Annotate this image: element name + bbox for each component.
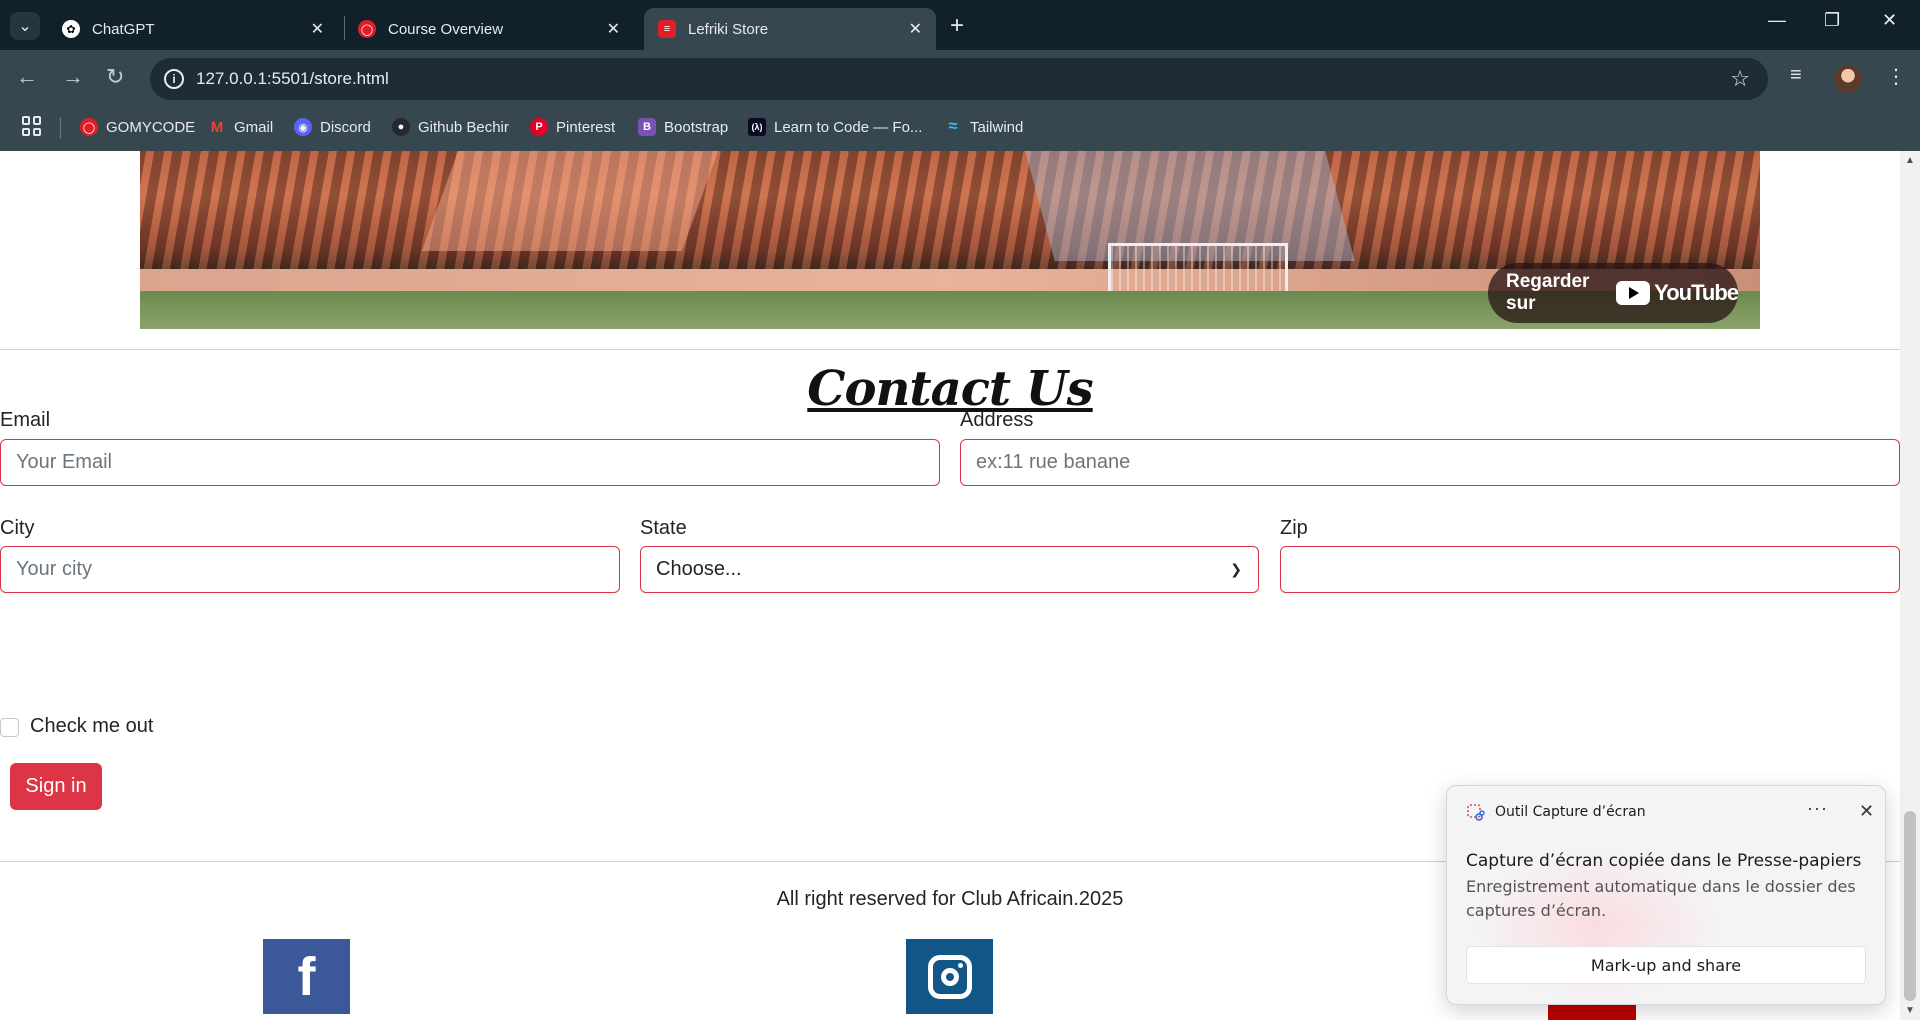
bookmark-bootstrap[interactable]: B Bootstrap — [638, 118, 728, 136]
more-options-icon[interactable]: ··· — [1807, 798, 1828, 819]
bookmark-pinterest[interactable]: P Pinterest — [530, 118, 615, 136]
youtube-wordmark: YouTube — [1654, 280, 1739, 305]
bookmark-tailwind[interactable]: ≈ Tailwind — [944, 118, 1024, 136]
facebook-link[interactable]: f — [263, 939, 350, 1014]
scroll-down-arrow-icon[interactable]: ▼ — [1905, 1005, 1915, 1016]
gmail-icon: M — [210, 118, 224, 136]
url-text[interactable]: 127.0.0.1:5501/store.html — [196, 69, 389, 89]
address-bar[interactable]: i 127.0.0.1:5501/store.html ☆ — [150, 58, 1768, 100]
bookmark-label: GOMYCODE — [106, 118, 196, 136]
tab-chatgpt[interactable]: ✿ ChatGPT ✕ — [48, 8, 338, 50]
restore-icon[interactable]: ❐ — [1824, 10, 1840, 31]
email-field[interactable] — [0, 439, 940, 486]
bookmark-label: Pinterest — [556, 118, 616, 136]
bookmark-star-icon[interactable]: ☆ — [1730, 66, 1750, 92]
profile-avatar[interactable] — [1834, 65, 1862, 93]
more-menu-icon[interactable]: ⋮ — [1886, 64, 1906, 89]
contact-title: Contact Us — [807, 361, 1093, 417]
address-label: Address — [960, 409, 1034, 431]
notification-title: Capture d’écran copiée dans le Presse-pa… — [1466, 851, 1862, 871]
bookmark-github[interactable]: ● Github Bechir — [392, 118, 509, 136]
gomycode-icon: ◯ — [358, 20, 376, 38]
scrollbar-thumb[interactable] — [1904, 811, 1916, 1001]
state-selected-value: Choose... — [656, 558, 742, 580]
chevron-down-icon: ❯ — [1230, 561, 1242, 577]
club-africain-icon: ≡ — [658, 20, 676, 38]
window-close-icon[interactable]: ✕ — [1882, 10, 1897, 31]
bookmark-label: Learn to Code — Fo... — [774, 118, 923, 136]
media-control-icon[interactable]: ≡ — [1790, 64, 1802, 87]
video-thumbnail — [140, 151, 1760, 271]
bookmark-gmail[interactable]: M Gmail — [208, 118, 273, 136]
forward-arrow-icon[interactable]: → — [62, 64, 84, 90]
email-label: Email — [0, 409, 51, 431]
new-tab-button[interactable]: + — [950, 12, 964, 40]
play-icon — [1616, 281, 1651, 305]
state-label: State — [640, 517, 687, 539]
bookmark-freecodecamp[interactable]: (λ) Learn to Code — Fo... — [748, 118, 922, 136]
bookmark-label: Tailwind — [970, 118, 1024, 136]
tab-title: ChatGPT — [92, 20, 155, 38]
tab-search-button[interactable]: ⌄ — [10, 12, 40, 40]
video-thumbnail-detail — [421, 151, 719, 251]
tab-lefriki-store[interactable]: ≡ Lefriki Store ✕ — [644, 8, 936, 50]
snipping-tool-icon — [1467, 804, 1485, 821]
bookmark-label: Gmail — [234, 118, 274, 136]
page-scrollbar[interactable]: ▲ ▼ — [1900, 151, 1920, 1020]
chatgpt-icon: ✿ — [62, 20, 80, 38]
snipping-tool-notification: Outil Capture d’écran ··· ✕ Capture d’éc… — [1446, 785, 1886, 1005]
github-icon: ● — [392, 118, 410, 136]
tailwind-icon: ≈ — [948, 118, 958, 135]
scroll-up-arrow-icon[interactable]: ▲ — [1905, 155, 1915, 166]
bookmark-discord[interactable]: ◉ Discord — [294, 118, 371, 136]
bootstrap-icon: B — [638, 118, 656, 136]
discord-icon: ◉ — [294, 118, 312, 136]
pinterest-icon: P — [530, 118, 548, 136]
zip-label: Zip — [1280, 517, 1308, 539]
facebook-icon: f — [297, 946, 316, 1007]
watch-on-label: Regarder sur — [1506, 271, 1590, 314]
state-select[interactable]: Choose... ❯ — [640, 546, 1259, 593]
bookmark-label: Bootstrap — [664, 118, 729, 136]
check-me-out-checkbox[interactable] — [0, 718, 19, 737]
close-icon[interactable]: ✕ — [607, 19, 620, 39]
divider — [0, 349, 1900, 350]
youtube-video-embed[interactable]: Regarder sur YouTube — [140, 151, 1760, 329]
browser-toolbar: ← → ↻ i 127.0.0.1:5501/store.html ☆ ≡ ⋮ — [0, 50, 1920, 107]
sign-in-button[interactable]: Sign in — [10, 763, 102, 810]
notification-app-name: Outil Capture d’écran — [1495, 804, 1646, 820]
instagram-link[interactable] — [906, 939, 993, 1014]
tab-strip: ⌄ ✿ ChatGPT ✕ ◯ Course Overview ✕ ≡ Lefr… — [0, 0, 1920, 50]
watch-on-youtube-button[interactable]: Regarder sur YouTube — [1488, 263, 1739, 323]
chevron-down-icon: ⌄ — [18, 18, 32, 35]
bookmark-gomycode[interactable]: ◯ GOMYCODE — [80, 118, 195, 136]
close-icon[interactable]: ✕ — [311, 19, 324, 39]
address-field[interactable] — [960, 439, 1900, 486]
instagram-icon — [927, 954, 972, 999]
tab-title: Lefriki Store — [688, 20, 769, 38]
video-thumbnail-detail — [1108, 243, 1288, 291]
markup-and-share-button[interactable]: Mark-up and share — [1466, 946, 1866, 984]
tab-title: Course Overview — [388, 20, 504, 38]
bookmark-label: Github Bechir — [418, 118, 509, 136]
youtube-logo-icon: YouTube — [1616, 280, 1739, 306]
zip-field[interactable] — [1280, 546, 1900, 593]
check-me-out-label[interactable]: Check me out — [30, 715, 153, 738]
gomycode-icon: ◯ — [80, 118, 98, 136]
site-info-icon[interactable]: i — [164, 69, 184, 89]
city-label: City — [0, 517, 35, 539]
close-icon[interactable]: ✕ — [909, 19, 922, 39]
notification-body: Enregistrement automatique dans le dossi… — [1466, 877, 1856, 920]
reload-icon[interactable]: ↻ — [106, 64, 124, 90]
close-icon[interactable]: ✕ — [1859, 801, 1874, 822]
bookmark-divider — [60, 117, 61, 139]
bookmark-label: Discord — [320, 118, 371, 136]
back-arrow-icon[interactable]: ← — [16, 64, 38, 90]
freecodecamp-icon: (λ) — [748, 118, 766, 136]
minimize-icon[interactable]: — — [1768, 10, 1786, 31]
city-field[interactable] — [0, 546, 620, 593]
tab-course-overview[interactable]: ◯ Course Overview ✕ — [344, 8, 634, 50]
apps-grid-icon[interactable] — [22, 116, 42, 136]
